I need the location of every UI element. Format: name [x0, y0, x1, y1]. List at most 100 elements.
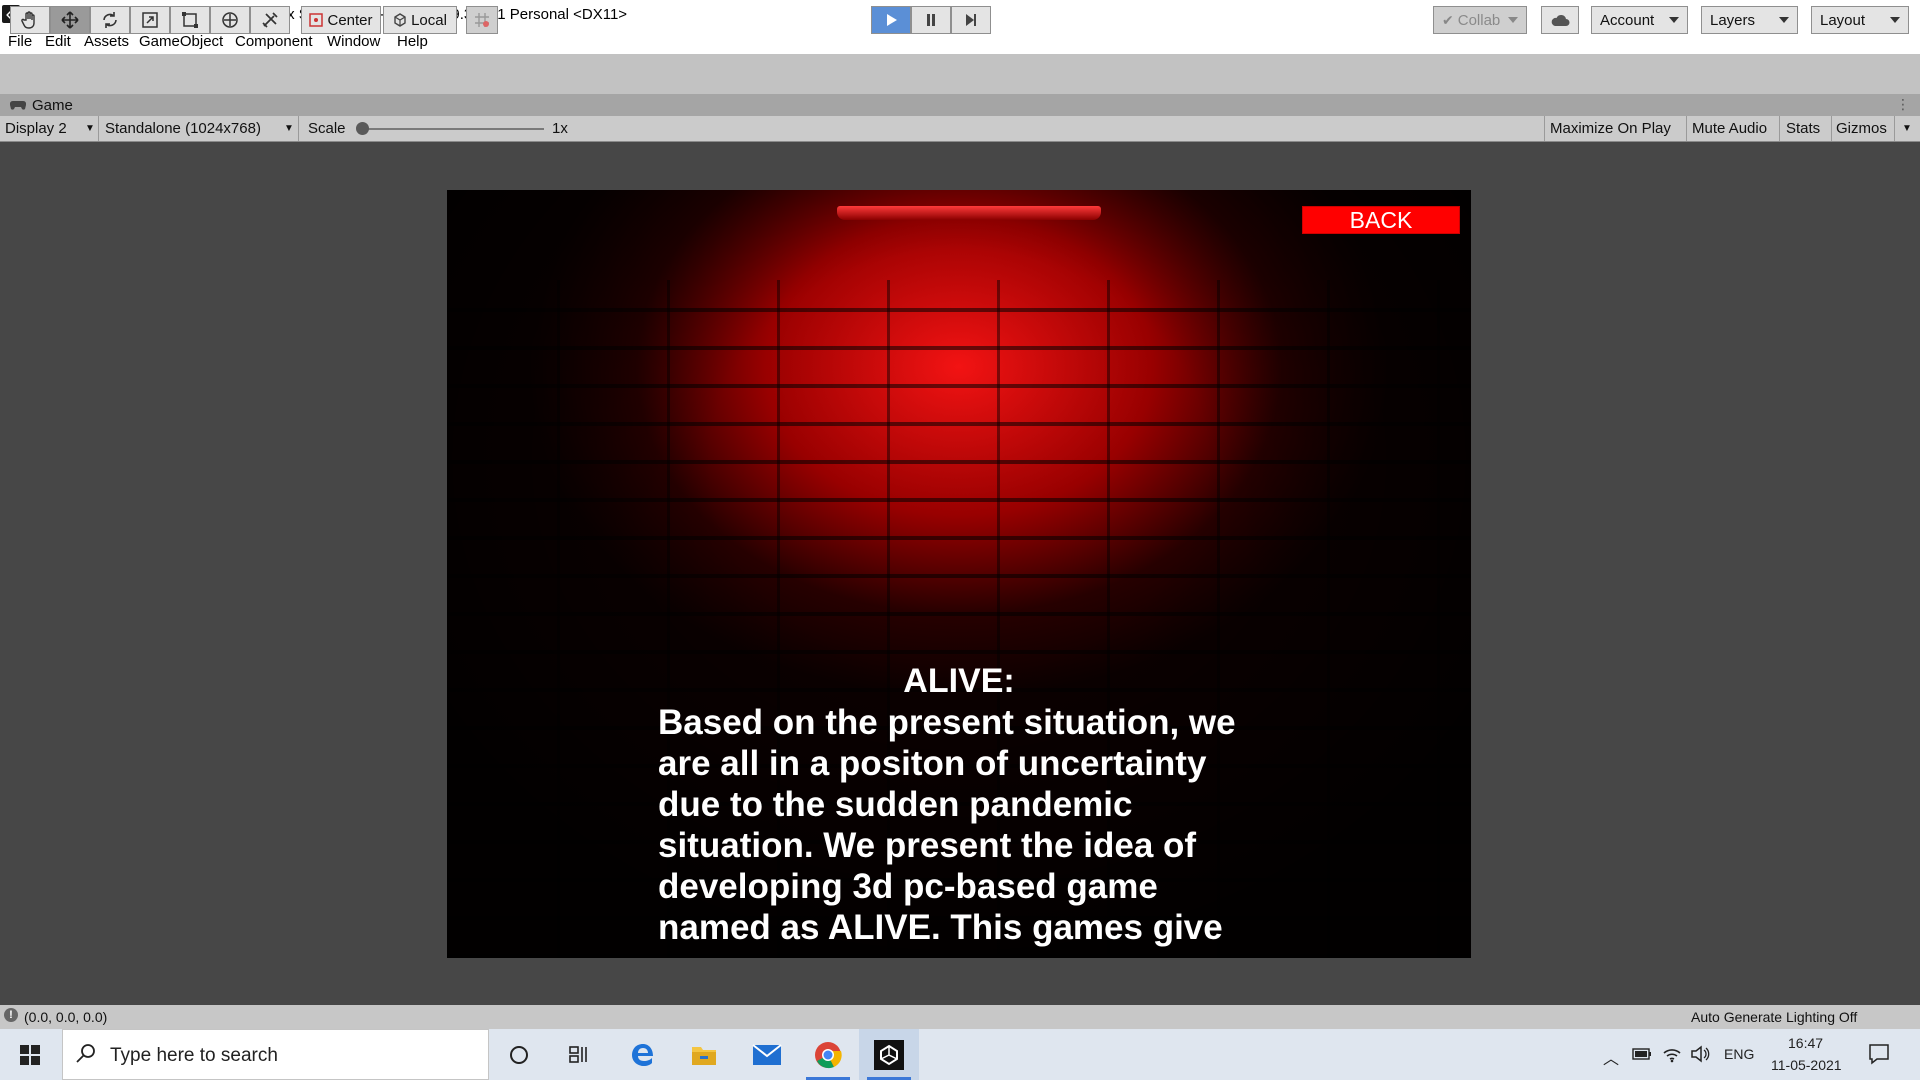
hand-icon	[21, 11, 35, 29]
gizmos-toggle[interactable]: Gizmos	[1836, 116, 1887, 141]
mute-audio-toggle[interactable]: Mute Audio	[1692, 116, 1767, 141]
chevron-down-icon: ▼	[284, 123, 294, 134]
volume-icon[interactable]	[1690, 1045, 1710, 1063]
info-icon: !	[4, 1008, 18, 1022]
transform-tool-button[interactable]	[210, 6, 250, 34]
scale-slider-thumb[interactable]	[356, 122, 369, 135]
pivot-icon	[309, 13, 324, 27]
move-tool-button[interactable]	[50, 6, 90, 34]
clock-time[interactable]: 16:47	[1788, 1035, 1823, 1051]
scale-tool-button[interactable]	[130, 6, 170, 34]
menu-assets[interactable]: Assets	[84, 33, 129, 50]
start-button[interactable]	[0, 1029, 60, 1080]
divider	[1686, 116, 1687, 141]
search-icon	[76, 1044, 95, 1063]
play-icon	[887, 14, 897, 26]
display-dropdown[interactable]: Display 2 ▼	[5, 116, 95, 141]
about-body-text: Based on the present situation, we are a…	[658, 703, 1236, 947]
folder-icon	[692, 1046, 716, 1065]
display-label: Display 2	[5, 120, 67, 137]
step-button[interactable]	[951, 6, 991, 34]
collab-dropdown[interactable]: ✔ Collab	[1433, 6, 1527, 34]
windows-logo-icon	[20, 1044, 40, 1065]
layers-label: Layers	[1710, 11, 1756, 29]
show-hidden-icons-chevron[interactable]: ︿	[1603, 1045, 1619, 1069]
game-screen: BACK ALIVE: Based on the present situati…	[447, 190, 1471, 958]
rotate-tool-button[interactable]	[90, 6, 130, 34]
battery-icon[interactable]	[1632, 1048, 1652, 1060]
tab-game-label: Game	[32, 96, 73, 114]
edge-icon	[632, 1043, 653, 1066]
menu-file[interactable]: File	[8, 33, 32, 50]
cortana-circle-icon	[510, 1045, 528, 1064]
divider	[1779, 116, 1780, 141]
gizmos-chevron-icon[interactable]: ▼	[1902, 116, 1912, 141]
account-dropdown[interactable]: Account	[1591, 6, 1688, 34]
menu-component[interactable]: Component	[235, 33, 313, 50]
pause-button[interactable]	[911, 6, 951, 34]
status-message[interactable]: (0.0, 0.0, 0.0)	[24, 1009, 107, 1025]
rect-tool-button[interactable]	[170, 6, 210, 34]
resolution-dropdown[interactable]: Standalone (1024x768) ▼	[105, 116, 295, 141]
scale-label: Scale	[308, 120, 346, 137]
stats-toggle[interactable]: Stats	[1786, 116, 1820, 141]
menu-edit[interactable]: Edit	[45, 33, 71, 50]
divider	[98, 116, 99, 141]
pivot-center-label: Center	[327, 11, 373, 29]
wifi-icon[interactable]	[1662, 1045, 1682, 1063]
rect-icon	[182, 12, 198, 28]
pivot-local-button[interactable]: Local	[383, 6, 457, 34]
search-placeholder: Type here to search	[110, 1045, 278, 1066]
menu-gameobject[interactable]: GameObject	[139, 33, 223, 50]
pause-icon	[927, 14, 935, 26]
maximize-on-play-toggle[interactable]: Maximize On Play	[1550, 116, 1671, 141]
unity-icon	[874, 1039, 904, 1070]
main-toolbar	[0, 54, 1920, 95]
tab-game[interactable]: Game	[4, 94, 73, 116]
clock-date[interactable]: 11-05-2021	[1771, 1057, 1842, 1073]
layout-dropdown[interactable]: Layout	[1811, 6, 1909, 34]
divider	[1894, 116, 1895, 141]
task-view-button[interactable]	[550, 1029, 610, 1080]
menu-help[interactable]: Help	[397, 33, 428, 50]
snap-button[interactable]	[466, 6, 498, 34]
mail-icon	[752, 1043, 782, 1065]
menu-window[interactable]: Window	[327, 33, 380, 50]
ceiling-lamp	[837, 206, 1101, 220]
input-language[interactable]: ENG	[1724, 1046, 1754, 1062]
layers-dropdown[interactable]: Layers	[1701, 6, 1798, 34]
step-icon	[966, 14, 976, 26]
task-view-icon	[569, 1045, 587, 1063]
local-space-icon	[394, 13, 406, 27]
chrome-icon	[815, 1041, 842, 1068]
resolution-label: Standalone (1024x768)	[105, 120, 261, 137]
unity-taskbar-button[interactable]	[859, 1029, 919, 1080]
cloud-button[interactable]	[1541, 6, 1579, 34]
divider	[1831, 116, 1832, 141]
edge-browser-button[interactable]	[613, 1029, 673, 1080]
divider	[1544, 116, 1545, 141]
back-button[interactable]: BACK	[1302, 206, 1460, 234]
notification-center-icon[interactable]	[1868, 1043, 1890, 1065]
scale-slider[interactable]	[362, 128, 544, 130]
mail-button[interactable]	[737, 1029, 797, 1080]
check-icon: ✔	[1442, 11, 1454, 28]
pivot-center-button[interactable]: Center	[301, 6, 381, 34]
cortana-button[interactable]	[489, 1029, 549, 1080]
divider	[298, 116, 299, 141]
tab-options-icon[interactable]: ⋮	[1896, 96, 1910, 113]
hand-tool-button[interactable]	[10, 6, 50, 34]
move-icon	[61, 11, 79, 29]
rotate-icon	[103, 12, 117, 28]
grid-snap-icon	[475, 13, 489, 27]
cloud-icon	[1551, 14, 1570, 26]
chrome-button[interactable]	[798, 1029, 858, 1080]
lighting-status[interactable]: Auto Generate Lighting Off	[1691, 1009, 1857, 1025]
scale-icon	[142, 12, 158, 28]
file-explorer-button[interactable]	[674, 1029, 734, 1080]
custom-tool-button[interactable]	[250, 6, 290, 34]
status-bar	[0, 1005, 1920, 1029]
play-button[interactable]	[871, 6, 911, 34]
scale-value: 1x	[552, 120, 568, 137]
pivot-local-label: Local	[411, 11, 447, 29]
